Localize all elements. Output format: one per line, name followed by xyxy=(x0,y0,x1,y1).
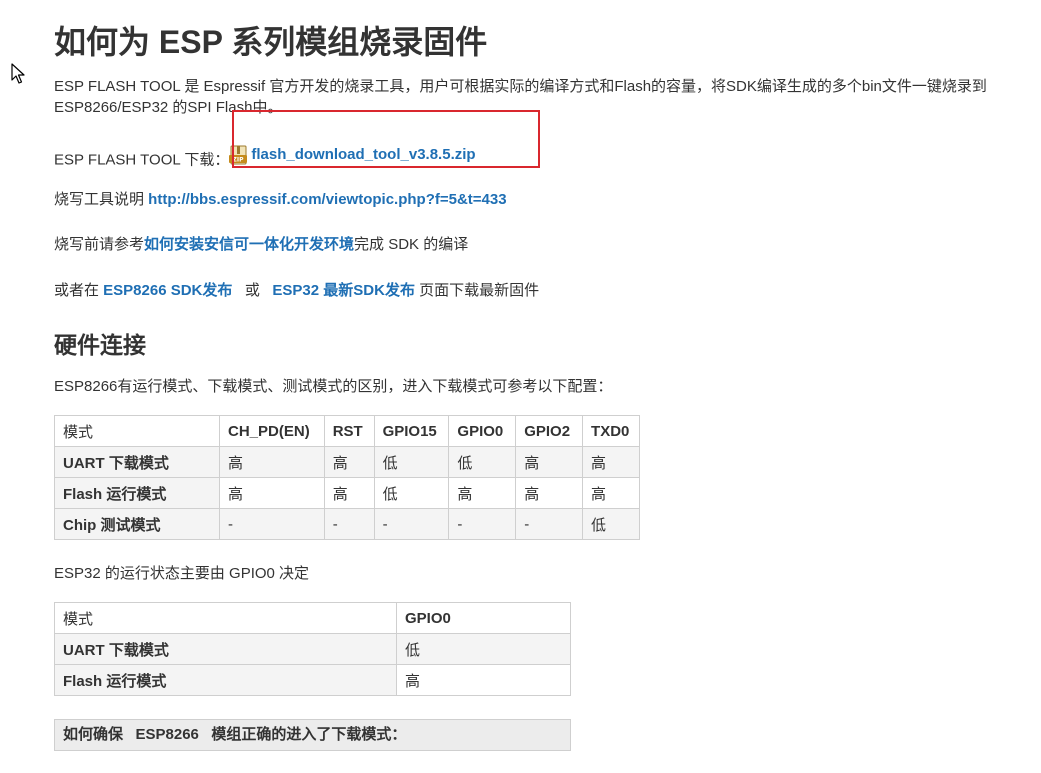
table-row: UART 下载模式 高 高 低 低 高 高 xyxy=(53,446,640,478)
page: 如何为 ESP 系列模组烧录固件 ESP FLASH TOOL 是 Espres… xyxy=(0,0,1041,773)
esp8266-note: ESP8266有运行模式、下载模式、测试模式的区别，进入下载模式可参考以下配置： xyxy=(54,378,613,395)
table-cell: Flash 运行模式 xyxy=(54,664,397,696)
mouse-pointer-icon xyxy=(11,63,25,84)
intro-paragraph: ESP FLASH TOOL 是 Espressif 官方开发的烧录工具，用户可… xyxy=(54,76,1041,118)
table-header-cell: GPIO15 xyxy=(373,415,450,447)
table-header-cell: CH_PD(EN) xyxy=(219,415,325,447)
table-header-row: 模式 CH_PD(EN) RST GPIO15 GPIO0 GPIO2 TXD0 xyxy=(53,415,640,447)
download-paragraph: ESP FLASH TOOL 下载： ZIP flash_download_to… xyxy=(54,110,1041,169)
esp8266-mode-table: 模式 CH_PD(EN) RST GPIO15 GPIO0 GPIO2 TXD0… xyxy=(53,415,640,540)
esp8266-sdk-link[interactable]: ESP8266 SDK发布 xyxy=(103,282,232,299)
table-cell: 高 xyxy=(448,477,517,509)
download-label: ESP FLASH TOOL 下载： xyxy=(54,151,230,169)
table-header-cell: GPIO2 xyxy=(515,415,584,447)
ide-install-link[interactable]: 如何安装安信可一体化开发环境 xyxy=(144,236,354,253)
table-cell: - xyxy=(323,508,375,540)
release-before: 或者在 xyxy=(54,282,104,299)
table-cell: 高 xyxy=(219,477,325,509)
table-cell: - xyxy=(373,508,450,540)
guide-paragraph: 烧写工具说明 http://bbs.espressif.com/viewtopi… xyxy=(54,189,1041,210)
table-row: UART 下载模式 低 xyxy=(54,633,571,665)
download-mode-check-heading: 如何确保 ESP8266 模组正确的进入了下载模式： xyxy=(54,719,571,751)
prereq-after: 完成 SDK 的编译 xyxy=(354,236,469,253)
article-content: 如何为 ESP 系列模组烧录固件 ESP FLASH TOOL 是 Espres… xyxy=(53,20,1041,751)
esp32-sdk-link[interactable]: ESP32 最新SDK发布 xyxy=(272,282,415,299)
table-cell: Flash 运行模式 xyxy=(53,477,221,509)
table-header-cell: 模式 xyxy=(54,602,397,634)
table-cell: 高 xyxy=(396,664,571,696)
table-header-cell: GPIO0 xyxy=(448,415,517,447)
hardware-heading: 硬件连接 xyxy=(54,332,146,358)
table-cell: - xyxy=(448,508,517,540)
page-title: 如何为 ESP 系列模组烧录固件 xyxy=(54,24,488,60)
table-cell: 高 xyxy=(323,446,375,478)
table-cell: 高 xyxy=(323,477,375,509)
prereq-before: 烧写前请参考 xyxy=(54,236,145,253)
release-middle: 或 xyxy=(232,282,273,299)
esp32-note: ESP32 的运行状态主要由 GPIO0 决定 xyxy=(54,565,310,582)
esp32-mode-table: 模式 GPIO0 UART 下载模式 低 Flash 运行模式 高 xyxy=(54,602,571,696)
table-header-row: 模式 GPIO0 xyxy=(54,602,571,634)
table-header-cell: 模式 xyxy=(53,415,221,447)
download-highlight-box xyxy=(232,110,540,168)
table-cell: 高 xyxy=(515,446,584,478)
table-header-cell: GPIO0 xyxy=(396,602,571,634)
table-cell: 高 xyxy=(219,446,325,478)
guide-link[interactable]: http://bbs.espressif.com/viewtopic.php?f… xyxy=(148,191,506,208)
release-after: 页面下载最新固件 xyxy=(414,282,540,299)
table-cell: 高 xyxy=(515,477,584,509)
table-cell: 低 xyxy=(373,446,450,478)
table-cell: - xyxy=(219,508,325,540)
table-header-cell: TXD0 xyxy=(582,415,640,447)
guide-label: 烧写工具说明 xyxy=(54,191,149,208)
table-cell: 低 xyxy=(396,633,571,665)
table-cell: 高 xyxy=(582,446,640,478)
table-cell: UART 下载模式 xyxy=(54,633,397,665)
table-cell: UART 下载模式 xyxy=(53,446,221,478)
table-row: Flash 运行模式 高 高 低 高 高 高 xyxy=(53,477,640,509)
table-header-cell: RST xyxy=(323,415,375,447)
table-row: Chip 测试模式 - - - - - 低 xyxy=(53,508,640,540)
table-row: Flash 运行模式 高 xyxy=(54,664,571,696)
table-cell: Chip 测试模式 xyxy=(53,508,221,540)
intro-line-1: ESP FLASH TOOL 是 Espressif 官方开发的烧录工具，用户可… xyxy=(54,78,987,95)
table-cell: - xyxy=(515,508,584,540)
table-cell: 高 xyxy=(582,477,640,509)
release-paragraph: 或者在 ESP8266 SDK发布 或 ESP32 最新SDK发布 页面下载最新… xyxy=(54,280,1041,301)
table-cell: 低 xyxy=(448,446,517,478)
table-cell: 低 xyxy=(582,508,640,540)
prereq-paragraph: 烧写前请参考如何安装安信可一体化开发环境完成 SDK 的编译 xyxy=(54,234,1041,255)
table-cell: 低 xyxy=(373,477,450,509)
